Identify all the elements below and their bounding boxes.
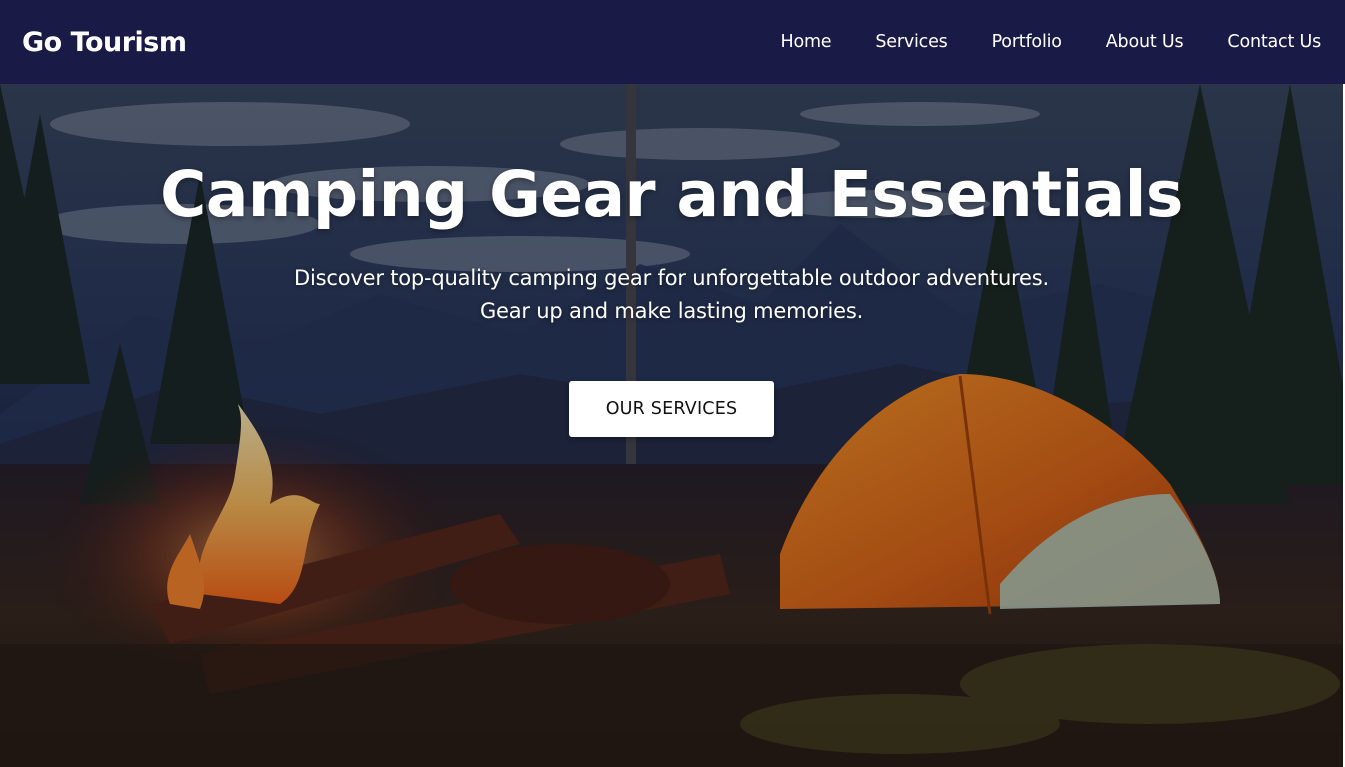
nav-link-contact-us[interactable]: Contact Us <box>1227 32 1321 52</box>
nav-menu: Home Services Portfolio About Us Contact… <box>780 32 1321 52</box>
nav-link-home[interactable]: Home <box>780 32 831 52</box>
nav-link-about-us[interactable]: About Us <box>1106 32 1184 52</box>
nav-item-contact: Contact Us <box>1227 32 1321 52</box>
top-navbar: Go Tourism Home Services Portfolio About… <box>0 0 1345 84</box>
nav-link-portfolio[interactable]: Portfolio <box>992 32 1062 52</box>
hero-subtitle-line-1: Discover top-quality camping gear for un… <box>294 266 1049 290</box>
hero-subtitle-line-2: Gear up and make lasting memories. <box>479 299 864 323</box>
brand-logo[interactable]: Go Tourism <box>22 27 187 58</box>
nav-item-services: Services <box>875 32 947 52</box>
nav-link-services[interactable]: Services <box>875 32 947 52</box>
hero-subtitle: Discover top-quality camping gear for un… <box>0 262 1343 328</box>
hero-title: Camping Gear and Essentials <box>160 158 1183 231</box>
our-services-button[interactable]: OUR SERVICES <box>569 381 774 437</box>
nav-item-home: Home <box>780 32 831 52</box>
nav-item-portfolio: Portfolio <box>992 32 1062 52</box>
nav-item-about: About Us <box>1106 32 1184 52</box>
